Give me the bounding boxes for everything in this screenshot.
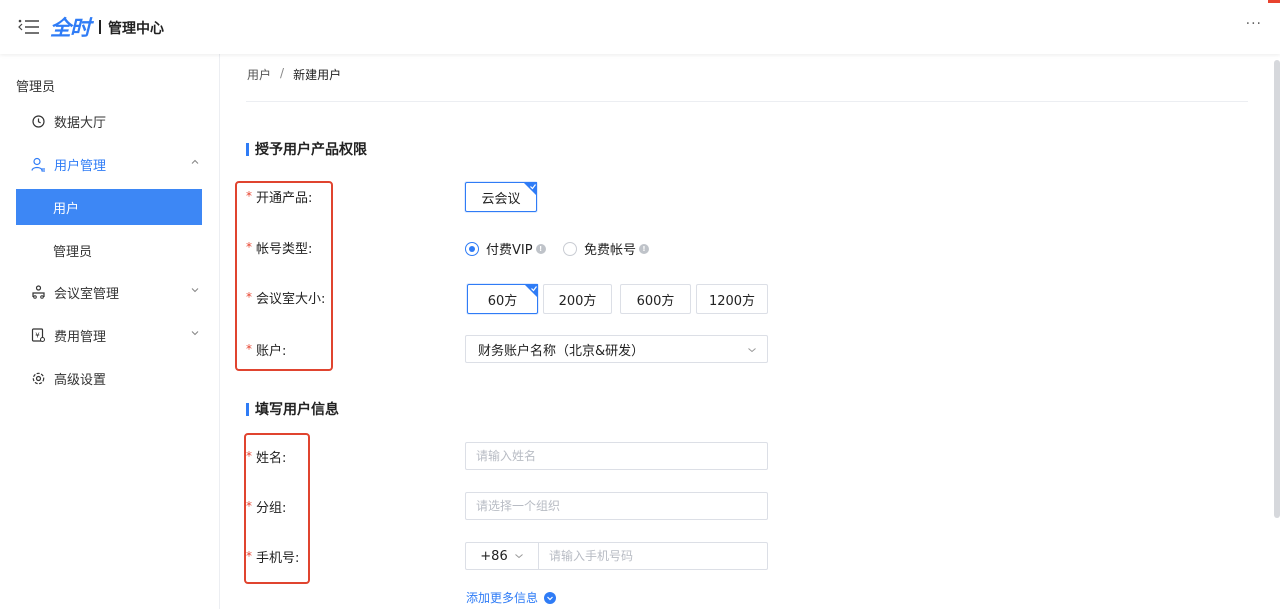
info-icon[interactable]: ! xyxy=(639,243,650,254)
breadcrumb-current: 新建用户 xyxy=(293,68,342,82)
sidebar: 管理员 数据大厅 用户管理 用户 管理员 会议室管理 ¥ 费用管理 高级设置 xyxy=(0,54,220,609)
page-scrollbar[interactable] xyxy=(1274,60,1280,518)
clock-icon xyxy=(30,113,46,129)
expand-down-icon xyxy=(544,591,557,604)
radio-paid-vip[interactable]: 付费VIP ! xyxy=(465,239,546,258)
section-title-text: 填写用户信息 xyxy=(255,402,339,418)
radio-checked-icon xyxy=(465,241,479,256)
label-product: * 开通产品: xyxy=(246,189,313,206)
chevron-up-icon xyxy=(191,159,199,164)
section-accent-bar xyxy=(246,402,249,416)
label-phone: * 手机号: xyxy=(246,549,300,566)
section-title-user-info: 填写用户信息 xyxy=(246,399,339,419)
required-mark: * xyxy=(246,290,252,304)
required-mark: * xyxy=(246,342,252,356)
room-size-option-1200[interactable]: 1200方 xyxy=(696,284,768,314)
sidebar-item-label: 管理员 xyxy=(53,244,93,260)
svg-text:¥: ¥ xyxy=(35,332,40,340)
breadcrumb: 用户 / 新建用户 xyxy=(247,66,341,83)
selected-check-icon xyxy=(524,284,538,298)
sidebar-item-billing[interactable]: ¥ 费用管理 xyxy=(16,317,202,353)
sidebar-section-label: 管理员 xyxy=(16,80,56,95)
breadcrumb-divider xyxy=(246,101,1248,102)
top-header: 全时 管理中心 ··· xyxy=(0,0,1280,54)
sidebar-item-admins[interactable]: 管理员 xyxy=(16,232,202,268)
chevron-down-icon xyxy=(191,331,199,336)
more-options-button[interactable]: ··· xyxy=(1246,16,1262,32)
add-more-info-link[interactable]: 添加更多信息 xyxy=(466,589,557,606)
sidebar-item-label: 用户 xyxy=(53,201,80,217)
section-title-text: 授予用户产品权限 xyxy=(255,142,367,158)
brand-logo[interactable]: 全时 xyxy=(50,13,91,41)
product-option-cloud-meeting[interactable]: 云会议 xyxy=(465,182,537,212)
required-mark: * xyxy=(246,499,252,513)
sidebar-item-dashboard[interactable]: 数据大厅 xyxy=(16,103,202,139)
info-icon[interactable]: ! xyxy=(535,243,546,254)
required-mark: * xyxy=(246,449,252,463)
phone-field: +86 xyxy=(465,542,768,570)
sidebar-item-advanced-settings[interactable]: 高级设置 xyxy=(16,360,202,396)
radio-free-account[interactable]: 免费帐号 ! xyxy=(563,239,650,258)
label-room-size: * 会议室大小: xyxy=(246,290,326,307)
label-group: * 分组: xyxy=(246,499,287,516)
country-code-select[interactable]: +86 xyxy=(466,543,539,569)
sidebar-item-label: 费用管理 xyxy=(54,329,107,345)
group-input[interactable] xyxy=(465,492,768,520)
chevron-down-icon xyxy=(191,288,199,293)
room-size-option-60[interactable]: 60方 xyxy=(467,284,538,314)
chevron-down-icon xyxy=(514,554,523,559)
chevron-down-icon xyxy=(748,348,756,353)
settings-icon xyxy=(30,370,46,386)
logo-text: 全时 xyxy=(50,16,91,40)
breadcrumb-parent-link[interactable]: 用户 xyxy=(247,66,271,83)
user-manage-icon xyxy=(30,156,46,172)
account-select[interactable]: 财务账户名称（北京&研发） xyxy=(465,335,768,363)
sidebar-item-label: 高级设置 xyxy=(54,372,107,388)
name-input[interactable] xyxy=(465,442,768,470)
required-mark: * xyxy=(246,549,252,563)
required-mark: * xyxy=(246,189,252,203)
billing-icon: ¥ xyxy=(30,327,46,343)
sidebar-item-meeting-rooms[interactable]: 会议室管理 xyxy=(16,274,202,310)
sidebar-item-user-management[interactable]: 用户管理 xyxy=(16,146,202,182)
main-content: 用户 / 新建用户 授予用户产品权限 * 开通产品: 云会议 * 帐号类型: 付… xyxy=(235,54,1248,609)
label-account-type: * 帐号类型: xyxy=(246,240,313,257)
meeting-room-icon xyxy=(30,284,46,300)
room-size-option-600[interactable]: 600方 xyxy=(620,284,691,314)
logo-divider xyxy=(99,20,101,34)
sidebar-item-users[interactable]: 用户 xyxy=(16,189,202,225)
sidebar-item-label: 数据大厅 xyxy=(54,115,107,131)
sidebar-item-label: 用户管理 xyxy=(54,158,107,174)
section-title-product: 授予用户产品权限 xyxy=(246,139,367,159)
menu-collapse-icon[interactable] xyxy=(18,18,40,36)
phone-input[interactable] xyxy=(539,543,767,569)
room-size-option-200[interactable]: 200方 xyxy=(543,284,612,314)
label-account: * 账户: xyxy=(246,342,287,359)
selected-check-icon xyxy=(523,182,537,196)
radio-unchecked-icon xyxy=(563,241,577,256)
required-mark: * xyxy=(246,240,252,254)
sidebar-item-label: 会议室管理 xyxy=(54,286,120,302)
label-name: * 姓名: xyxy=(246,449,287,466)
app-title: 管理中心 xyxy=(108,21,164,37)
section-accent-bar xyxy=(246,142,249,156)
breadcrumb-separator: / xyxy=(280,66,285,80)
corner-marker xyxy=(1268,0,1280,3)
